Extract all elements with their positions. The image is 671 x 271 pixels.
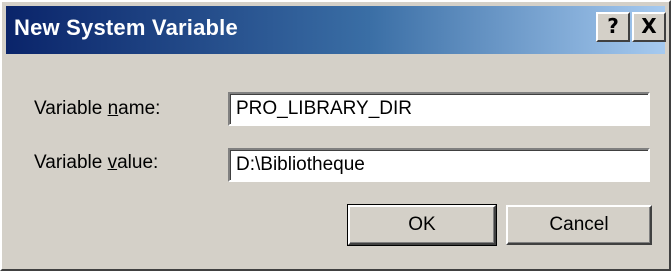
variable-name-label: Variable name: [34, 98, 161, 119]
variable-value-label: Variable value: [34, 152, 159, 173]
title-bar[interactable]: New System Variable ? X [6, 6, 666, 54]
dialog-window: New System Variable ? X Variable name: P… [0, 0, 671, 271]
dialog-title: New System Variable [14, 15, 238, 40]
help-icon: ? [607, 14, 619, 38]
variable-value-input[interactable]: D:\Bibliotheque [228, 148, 650, 182]
close-button[interactable]: X [632, 12, 666, 42]
close-icon: X [641, 14, 657, 38]
cancel-button[interactable]: Cancel [506, 205, 652, 245]
help-button[interactable]: ? [596, 12, 630, 42]
ok-button[interactable]: OK [347, 204, 497, 246]
variable-name-input[interactable]: PRO_LIBRARY_DIR [228, 92, 650, 126]
